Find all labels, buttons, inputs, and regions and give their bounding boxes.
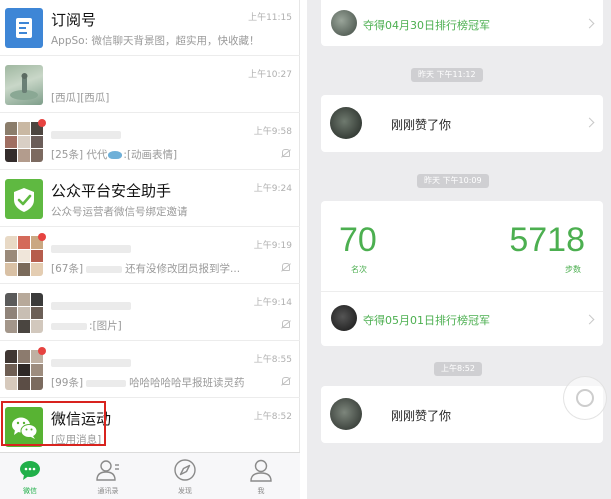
floating-button[interactable]	[563, 376, 607, 420]
mute-bell-icon	[282, 149, 290, 157]
tab-discover[interactable]: 发现	[155, 456, 215, 496]
chat-time: 上午9:24	[253, 184, 292, 194]
chevron-right-icon	[584, 117, 595, 128]
chat-row-security-assistant[interactable]: 公众平台安全助手 公众号运营者微信号绑定邀请 上午9:24	[0, 171, 300, 227]
avatar	[5, 65, 43, 105]
daily-stats-card[interactable]: 70 名次 5718 步数 夺得05月01日排行榜冠军	[321, 201, 603, 346]
tab-bar: 微信 通讯录 发现 我	[0, 452, 300, 499]
chat-row-contact[interactable]: [西瓜][西瓜] 上午10:27	[0, 57, 300, 113]
tab-label: 通讯录	[97, 487, 119, 495]
chat-preview-text: [99条]	[51, 377, 84, 389]
chat-title: 订阅号	[51, 11, 97, 29]
profile-icon	[250, 459, 272, 482]
circle-icon	[576, 389, 594, 407]
chat-time: 上午8:52	[253, 412, 292, 422]
unread-dot	[38, 233, 46, 241]
group-avatar	[5, 350, 43, 390]
chat-preview: :[图片]	[51, 318, 122, 333]
chat-preview: [67条] 还有没修改团员报到学...	[51, 261, 240, 276]
divider	[321, 291, 603, 292]
avatar	[331, 305, 357, 331]
chat-title	[51, 125, 121, 143]
tab-me[interactable]: 我	[231, 456, 291, 496]
chat-row-subscriptions[interactable]: 订阅号 AppSo: 微信聊天背景图，超实用，快收藏！ 上午11:15	[0, 0, 300, 56]
time-stamp: 昨天 下午10:09	[417, 174, 489, 188]
tab-label: 我	[257, 487, 265, 495]
tab-contacts[interactable]: 通讯录	[78, 456, 138, 496]
rank-value: 70	[339, 221, 377, 259]
compass-icon	[174, 459, 196, 481]
group-avatar	[5, 293, 43, 333]
chat-time: 上午9:58	[253, 127, 292, 137]
chat-row-group[interactable]: [25条] 代代 :[动画表情] 上午9:58	[0, 114, 300, 170]
highlight-box	[1, 401, 106, 446]
tab-label: 发现	[178, 487, 192, 495]
mute-bell-icon	[282, 377, 290, 385]
chevron-right-icon	[584, 314, 595, 325]
chat-preview: AppSo: 微信聊天背景图，超实用，快收藏！	[51, 35, 260, 47]
chat-time: 上午8:55	[253, 355, 292, 365]
time-stamp: 上午8:52	[434, 362, 482, 376]
wechat-sports-feed: 夺得04月30日排行榜冠军 昨天 下午11:12 刚刚赞了你 昨天 下午10:0…	[307, 0, 611, 499]
like-card[interactable]: 刚刚赞了你	[321, 386, 603, 443]
chat-preview: 公众号运营者微信号绑定邀请	[51, 206, 188, 218]
chat-preview: [99条] 哈哈哈哈哈早报班读灵药	[51, 375, 245, 390]
chat-list-panel: 订阅号 AppSo: 微信聊天背景图，超实用，快收藏！ 上午11:15 [西瓜]…	[0, 0, 300, 499]
chat-preview-tail: 还有没修改团员报到学...	[125, 263, 241, 275]
like-text: 刚刚赞了你	[391, 118, 452, 132]
group-avatar	[5, 236, 43, 276]
steps-value: 5718	[509, 221, 585, 259]
chat-row-group[interactable]: :[图片] 上午9:14	[0, 285, 300, 341]
chat-title	[51, 239, 131, 257]
chat-row-group[interactable]: [67条] 还有没修改团员报到学... 上午9:19	[0, 228, 300, 284]
chat-title	[51, 353, 131, 371]
mute-bell-icon	[282, 263, 290, 271]
chat-preview-text: [67条]	[51, 263, 84, 275]
chat-preview-tail: :[动画表情]	[123, 149, 178, 161]
shield-icon	[5, 179, 43, 219]
tab-chats[interactable]: 微信	[0, 456, 60, 496]
chat-icon	[20, 461, 40, 480]
chat-time: 上午11:15	[248, 13, 292, 23]
chat-time: 上午9:19	[253, 241, 292, 251]
champion-text: 夺得04月30日排行榜冠军	[363, 19, 490, 32]
chevron-right-icon	[584, 18, 595, 29]
steps-label: 步数	[565, 265, 581, 274]
tab-label: 微信	[23, 487, 37, 495]
subscription-icon	[5, 8, 43, 48]
avatar	[330, 107, 362, 139]
chat-time: 上午10:27	[248, 70, 292, 80]
unread-dot	[38, 347, 46, 355]
champion-text: 夺得05月01日排行榜冠军	[363, 314, 490, 327]
chat-preview: [25条] 代代 :[动画表情]	[51, 147, 177, 162]
chat-preview-text: [25条] 代代	[51, 149, 108, 161]
group-avatar	[5, 122, 43, 162]
like-text: 刚刚赞了你	[391, 409, 452, 423]
chat-preview: [西瓜][西瓜]	[51, 92, 110, 104]
chat-title: 公众平台安全助手	[51, 182, 172, 200]
unread-dot	[38, 119, 46, 127]
champion-card-top[interactable]: 夺得04月30日排行榜冠军	[321, 0, 603, 46]
time-stamp: 昨天 下午11:12	[411, 68, 483, 82]
like-card[interactable]: 刚刚赞了你	[321, 95, 603, 152]
whale-emoji-icon	[108, 151, 123, 159]
avatar	[331, 10, 357, 36]
chat-row-group[interactable]: [99条] 哈哈哈哈哈早报班读灵药 上午8:55	[0, 342, 300, 398]
mute-bell-icon	[282, 320, 290, 328]
contacts-icon	[96, 460, 119, 481]
chat-preview-tail: 哈哈哈哈哈早报班读灵药	[129, 377, 245, 389]
avatar	[330, 398, 362, 430]
chat-preview-tail: :[图片]	[89, 320, 122, 332]
chat-title	[51, 296, 131, 314]
chat-time: 上午9:14	[253, 298, 292, 308]
rank-label: 名次	[351, 265, 367, 274]
